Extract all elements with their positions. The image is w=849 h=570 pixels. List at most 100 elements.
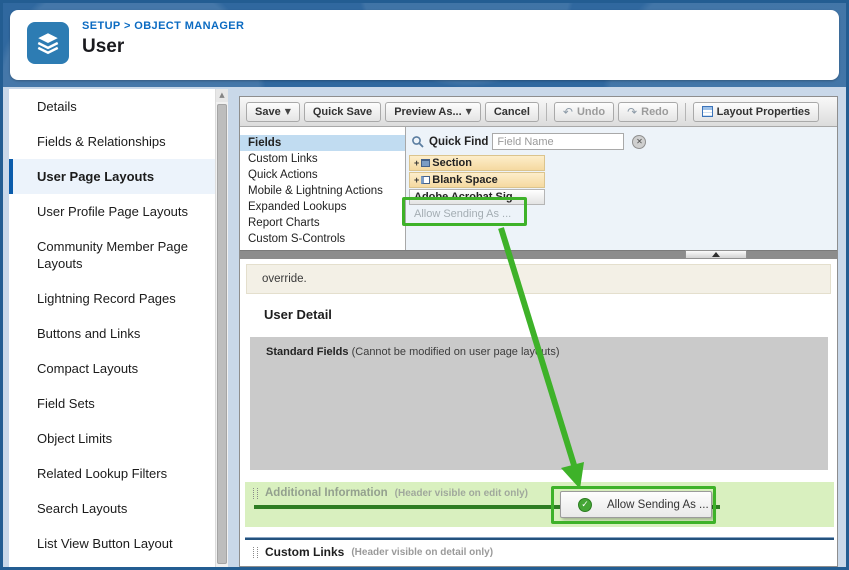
- cancel-button[interactable]: Cancel: [485, 102, 539, 122]
- palette-category-fields[interactable]: Fields: [240, 135, 405, 151]
- layout-properties-icon: [702, 106, 713, 117]
- quick-save-label: Quick Save: [313, 106, 372, 118]
- undo-icon: ↶: [563, 105, 573, 119]
- sidebar-item-search-layouts[interactable]: Search Layouts: [9, 491, 215, 526]
- palette-category-mobile-lightning-actions[interactable]: Mobile & Lightning Actions: [240, 183, 405, 199]
- sidebar-item-field-sets[interactable]: Field Sets: [9, 386, 215, 421]
- palette-category-custom-links[interactable]: Custom Links: [240, 151, 405, 167]
- dragged-field-item[interactable]: ✓ Allow Sending As ...: [560, 491, 712, 518]
- undo-label: Undo: [577, 106, 605, 118]
- preview-as-label: Preview As...: [394, 106, 461, 118]
- setup-header: SETUP > OBJECT MANAGER User: [3, 3, 846, 87]
- palette-item-adobe-acrobat-sig[interactable]: Adobe Acrobat Sig...: [409, 189, 545, 205]
- palette-item-section[interactable]: + Section: [409, 155, 545, 171]
- additional-information-note: (Header visible on edit only): [395, 488, 528, 499]
- undo-button[interactable]: ↶ Undo: [554, 102, 614, 122]
- sidebar-item-buttons-and-links[interactable]: Buttons and Links: [9, 316, 215, 351]
- sidebar-item-fields-relationships[interactable]: Fields & Relationships: [9, 124, 215, 159]
- editor-toolbar: Save ▼ Quick Save Preview As... ▼ Cancel ↶ Undo…: [240, 97, 837, 127]
- collapse-palette-button[interactable]: [685, 250, 747, 259]
- header-card: SETUP > OBJECT MANAGER User: [10, 10, 839, 80]
- sidebar-item-user-profile-page-layouts[interactable]: User Profile Page Layouts: [9, 194, 215, 229]
- sidebar-scrollbar[interactable]: ▲: [215, 89, 228, 567]
- additional-information-header: Additional Information (Header visible o…: [245, 482, 834, 499]
- plus-icon: +: [414, 175, 419, 185]
- breadcrumb: SETUP > OBJECT MANAGER: [82, 20, 244, 32]
- section-icon: [421, 159, 430, 167]
- palette-item-label: Blank Space: [432, 174, 497, 186]
- save-label: Save: [255, 106, 281, 118]
- collapse-arrow-icon: [712, 252, 720, 257]
- layout-editor-panel: Save ▼ Quick Save Preview As... ▼ Cancel ↶ Undo…: [239, 96, 838, 567]
- sidebar-item-object-limits[interactable]: Object Limits: [9, 421, 215, 456]
- drag-handle-icon[interactable]: [253, 547, 258, 558]
- palette: FieldsCustom LinksQuick ActionsMobile & …: [240, 127, 837, 250]
- custom-links-section: Custom Links (Header visible on detail o…: [245, 537, 834, 559]
- breadcrumb-separator: >: [124, 20, 131, 32]
- palette-items: + Section + Blank Space Adobe Acrobat Sig...…: [409, 155, 545, 223]
- sidebar-item-related-lookup-filters[interactable]: Related Lookup Filters: [9, 456, 215, 491]
- sidebar-items: DetailsFields & RelationshipsUser Page L…: [9, 89, 215, 561]
- scrollbar-thumb[interactable]: [217, 104, 227, 564]
- additional-information-section: Additional Information (Header visible o…: [245, 482, 834, 527]
- sidebar-item-community-member-page-layouts[interactable]: Community Member Page Layouts: [9, 229, 215, 281]
- blank-space-icon: [421, 176, 430, 184]
- clear-search-icon[interactable]: ✕: [632, 135, 646, 149]
- chevron-down-icon: ▼: [285, 107, 291, 116]
- palette-item-blank-space[interactable]: + Blank Space: [409, 172, 545, 188]
- custom-links-title: Custom Links: [265, 545, 344, 559]
- drag-handle-icon[interactable]: [253, 488, 258, 499]
- cancel-label: Cancel: [494, 106, 530, 118]
- quick-find-label: Quick Find: [429, 136, 488, 148]
- redo-button[interactable]: ↷ Redo: [618, 102, 678, 122]
- breadcrumb-object-manager[interactable]: OBJECT MANAGER: [134, 20, 244, 32]
- palette-category-report-charts[interactable]: Report Charts: [240, 215, 405, 231]
- object-manager-icon: [27, 22, 69, 64]
- standard-fields-section: Standard Fields (Cannot be modified on u…: [250, 337, 828, 470]
- editor-body: override. User Detail Standard Fields (C…: [240, 259, 837, 566]
- palette-collapse-bar: [240, 250, 837, 259]
- dragged-field-label: Allow Sending As ...: [607, 492, 711, 518]
- palette-category-custom-s-controls[interactable]: Custom S-Controls: [240, 231, 405, 247]
- app-window: SETUP > OBJECT MANAGER User DetailsField…: [0, 0, 849, 570]
- palette-category-quick-actions[interactable]: Quick Actions: [240, 167, 405, 183]
- sidebar-item-lightning-record-pages[interactable]: Lightning Record Pages: [9, 281, 215, 316]
- breadcrumb-setup[interactable]: SETUP: [82, 20, 120, 32]
- layout-properties-label: Layout Properties: [717, 106, 811, 118]
- quick-save-button[interactable]: Quick Save: [304, 102, 381, 122]
- help-text: override.: [246, 264, 831, 294]
- palette-item-label: Section: [432, 157, 472, 169]
- sidebar-item-user-page-layouts[interactable]: User Page Layouts: [9, 159, 215, 194]
- save-button[interactable]: Save ▼: [246, 102, 300, 122]
- custom-links-header: Custom Links (Header visible on detail o…: [245, 540, 834, 559]
- toolbar-separator: [546, 103, 547, 121]
- redo-label: Redo: [641, 106, 669, 118]
- layout-properties-button[interactable]: Layout Properties: [693, 102, 820, 122]
- chevron-down-icon: ▼: [466, 107, 472, 116]
- quick-find: Quick Find ✕: [411, 133, 646, 150]
- sidebar: DetailsFields & RelationshipsUser Page L…: [9, 89, 215, 567]
- page-title: User: [82, 36, 244, 58]
- preview-as-button[interactable]: Preview As... ▼: [385, 102, 481, 122]
- palette-item-allow-sending-as[interactable]: Allow Sending As ...: [409, 206, 545, 222]
- palette-category-expanded-lookups[interactable]: Expanded Lookups: [240, 199, 405, 215]
- sidebar-item-details[interactable]: Details: [9, 89, 215, 124]
- additional-information-title: Additional Information: [265, 487, 388, 499]
- palette-item-label: Allow Sending As ...: [414, 208, 511, 220]
- palette-item-label: Adobe Acrobat Sig...: [414, 191, 522, 203]
- standard-fields-note: (Cannot be modified on user page layouts…: [352, 346, 560, 358]
- plus-icon: +: [414, 158, 419, 168]
- check-icon: ✓: [578, 498, 592, 512]
- quick-find-input[interactable]: [492, 133, 624, 150]
- layout-section-title: User Detail: [264, 307, 837, 322]
- sidebar-item-list-view-button-layout[interactable]: List View Button Layout: [9, 526, 215, 561]
- sidebar-item-compact-layouts[interactable]: Compact Layouts: [9, 351, 215, 386]
- scroll-up-icon[interactable]: ▲: [216, 89, 228, 102]
- custom-links-note: (Header visible on detail only): [351, 547, 493, 558]
- layers-icon: [35, 30, 61, 56]
- redo-icon: ↷: [627, 105, 637, 119]
- palette-categories: FieldsCustom LinksQuick ActionsMobile & …: [240, 127, 406, 250]
- header-text: SETUP > OBJECT MANAGER User: [82, 20, 244, 58]
- toolbar-separator: [685, 103, 686, 121]
- help-text-fragment: override.: [262, 273, 307, 285]
